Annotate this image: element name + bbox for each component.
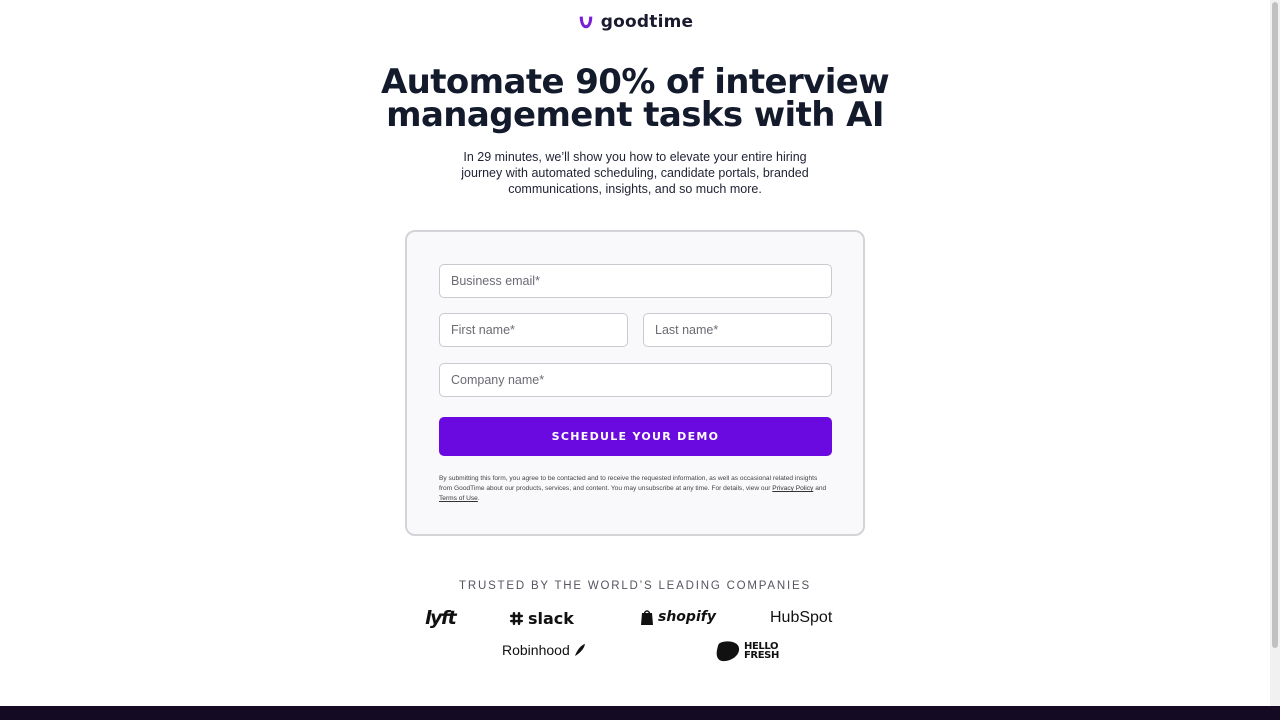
consent-body: By submitting this form, you agree to be… [439,475,818,492]
business-email-input[interactable] [439,264,832,298]
lyft-logo-text: lyft [425,607,457,629]
robinhood-feather-icon [574,644,585,656]
schedule-demo-button[interactable]: SCHEDULE YOUR DEMO [439,417,832,456]
trusted-heading: TRUSTED BY THE WORLD’S LEADING COMPANIES [459,580,811,592]
demo-form: SCHEDULE YOUR DEMO By submitting this fo… [405,230,865,536]
scrollbar-thumb[interactable] [1272,2,1278,648]
slack-logo-text: slack [528,609,574,628]
last-name-input[interactable] [643,313,832,347]
consent-and: and [815,485,827,492]
terms-of-use-link[interactable]: Terms of Use [439,495,478,502]
slack-hash-icon [509,611,524,626]
shopify-logo-text: shopify [658,609,716,625]
hubspot-logo: HubSpot [770,609,832,627]
shopify-bag-icon [641,610,653,625]
footer-strip [0,706,1280,720]
goodtime-logo[interactable]: goodtime [0,12,1270,32]
consent-text: By submitting this form, you agree to be… [439,474,832,504]
hubspot-logo-text: HubSpot [770,609,833,626]
hellofresh-lime-icon [716,641,740,662]
hero-title-line-2: management tasks with AI [386,95,884,135]
first-name-input[interactable] [439,313,628,347]
hellofresh-logo-text: HELLO FRESH [744,642,779,661]
hellofresh-line-2: FRESH [744,650,779,661]
consent-period: . [477,495,480,502]
shopify-logo: shopify [640,609,716,625]
hero-subtitle: In 29 minutes, we’ll show you how to ele… [461,150,809,196]
robinhood-logo-text: Robinhood [502,642,570,658]
hero-title: Automate 90% of interview management tas… [0,65,1270,135]
slack-logo: slack [509,609,574,628]
hellofresh-logo: HELLO FRESH [716,640,779,662]
robinhood-logo: Robinhood [502,642,586,658]
company-name-input[interactable] [439,363,832,397]
page-scrollbar[interactable] [1270,0,1280,706]
logo-text: goodtime [600,12,694,32]
goodtime-logo-icon [579,16,593,29]
privacy-policy-link[interactable]: Privacy Policy [772,485,813,492]
lyft-logo: lyft [425,607,457,629]
